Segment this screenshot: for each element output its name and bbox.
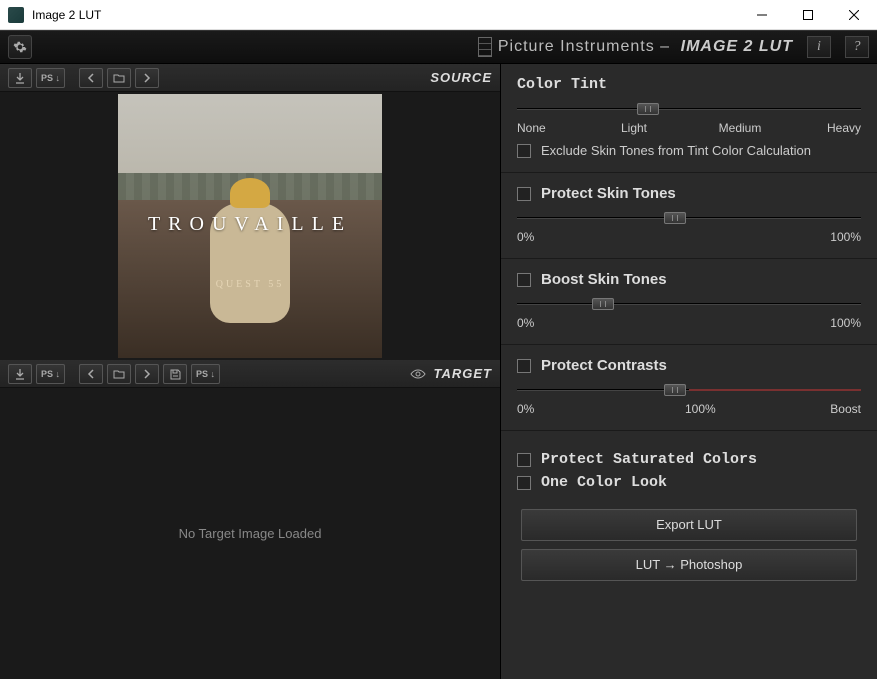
main: PS ↓ SOURCE TROUVAILLE QUEST 55 PS ↓ [0,64,877,679]
folder-icon [113,369,125,379]
boost-skin-title: Boost Skin Tones [541,271,667,288]
left-panel: PS ↓ SOURCE TROUVAILLE QUEST 55 PS ↓ [0,64,501,679]
protect-sat-label: Protect Saturated Colors [541,451,757,468]
app-header: Picture Instruments – IMAGE 2 LUT i ? [0,30,877,64]
color-tint-section: Color Tint None Light Medium Heavy Exclu… [501,64,877,173]
color-tint-ticks: None Light Medium Heavy [517,121,861,135]
gear-icon [13,40,27,54]
target-image-area[interactable]: No Target Image Loaded [0,388,500,679]
chevron-right-icon [143,369,151,379]
target-import-button[interactable] [8,364,32,384]
close-button[interactable] [831,0,877,30]
window-title: Image 2 LUT [32,8,739,22]
save-icon [169,368,181,380]
color-tint-title: Color Tint [517,76,861,93]
controls-panel: Color Tint None Light Medium Heavy Exclu… [501,64,877,679]
exclude-skin-checkbox[interactable] [517,144,531,158]
next-button[interactable] [135,68,159,88]
protect-contrast-checkbox[interactable] [517,359,531,373]
protect-skin-checkbox[interactable] [517,187,531,201]
target-folder-button[interactable] [107,364,131,384]
brand-icon [478,37,492,57]
protect-contrast-title: Protect Contrasts [541,357,667,374]
boost-skin-section: Boost Skin Tones 0%100% [501,259,877,345]
info-button[interactable]: i [807,36,831,58]
protect-contrast-slider[interactable] [517,384,861,396]
target-next-button[interactable] [135,364,159,384]
target-empty-text: No Target Image Loaded [179,526,322,541]
preview-toggle[interactable] [408,364,428,384]
target-save-button[interactable] [163,364,187,384]
color-tint-slider[interactable] [517,103,861,115]
brand: Picture Instruments – IMAGE 2 LUT i ? [478,36,869,58]
exclude-skin-label: Exclude Skin Tones from Tint Color Calcu… [541,143,811,158]
boost-skin-slider[interactable] [517,298,861,310]
export-lut-button[interactable]: Export LUT [521,509,857,541]
protect-skin-section: Protect Skin Tones 0%100% [501,173,877,259]
one-color-checkbox[interactable] [517,476,531,490]
download-icon [14,72,26,84]
boost-skin-checkbox[interactable] [517,273,531,287]
thumb-overlay-1: TROUVAILLE [118,213,382,236]
app-icon [8,7,24,23]
source-toolbar: PS ↓ SOURCE [0,64,500,92]
folder-icon [113,73,125,83]
protect-skin-title: Protect Skin Tones [541,185,676,202]
eye-icon [410,368,426,380]
one-color-label: One Color Look [541,474,667,491]
protect-sat-row[interactable]: Protect Saturated Colors [517,451,861,468]
target-label: TARGET [434,366,492,381]
protect-skin-slider[interactable] [517,212,861,224]
chevron-right-icon [143,73,151,83]
lut-to-photoshop-button[interactable]: LUT → Photoshop [521,549,857,581]
extra-options-section: Protect Saturated Colors One Color Look … [501,431,877,595]
window-titlebar: Image 2 LUT [0,0,877,30]
source-thumbnail: TROUVAILLE QUEST 55 [118,94,382,358]
prev-button[interactable] [79,68,103,88]
target-toolbar: PS ↓ PS ↓ TARGET [0,360,500,388]
target-ps-export-button[interactable]: PS ↓ [191,364,220,384]
protect-sat-checkbox[interactable] [517,453,531,467]
brand-text-pre: Picture Instruments – [498,38,670,55]
import-button[interactable] [8,68,32,88]
download-icon [14,368,26,380]
chevron-left-icon [87,73,95,83]
help-button[interactable]: ? [845,36,869,58]
ps-import-button[interactable]: PS ↓ [36,68,65,88]
target-ps-import-button[interactable]: PS ↓ [36,364,65,384]
exclude-skin-row[interactable]: Exclude Skin Tones from Tint Color Calcu… [517,143,861,158]
chevron-left-icon [87,369,95,379]
thumb-overlay-2: QUEST 55 [118,279,382,290]
folder-button[interactable] [107,68,131,88]
source-label: SOURCE [163,70,492,85]
target-prev-button[interactable] [79,364,103,384]
one-color-row[interactable]: One Color Look [517,474,861,491]
protect-contrast-section: Protect Contrasts 0%100%Boost [501,345,877,431]
settings-button[interactable] [8,35,32,59]
source-image-area[interactable]: TROUVAILLE QUEST 55 [0,92,500,360]
brand-text-bold: IMAGE 2 LUT [681,38,793,55]
minimize-button[interactable] [739,0,785,30]
maximize-button[interactable] [785,0,831,30]
